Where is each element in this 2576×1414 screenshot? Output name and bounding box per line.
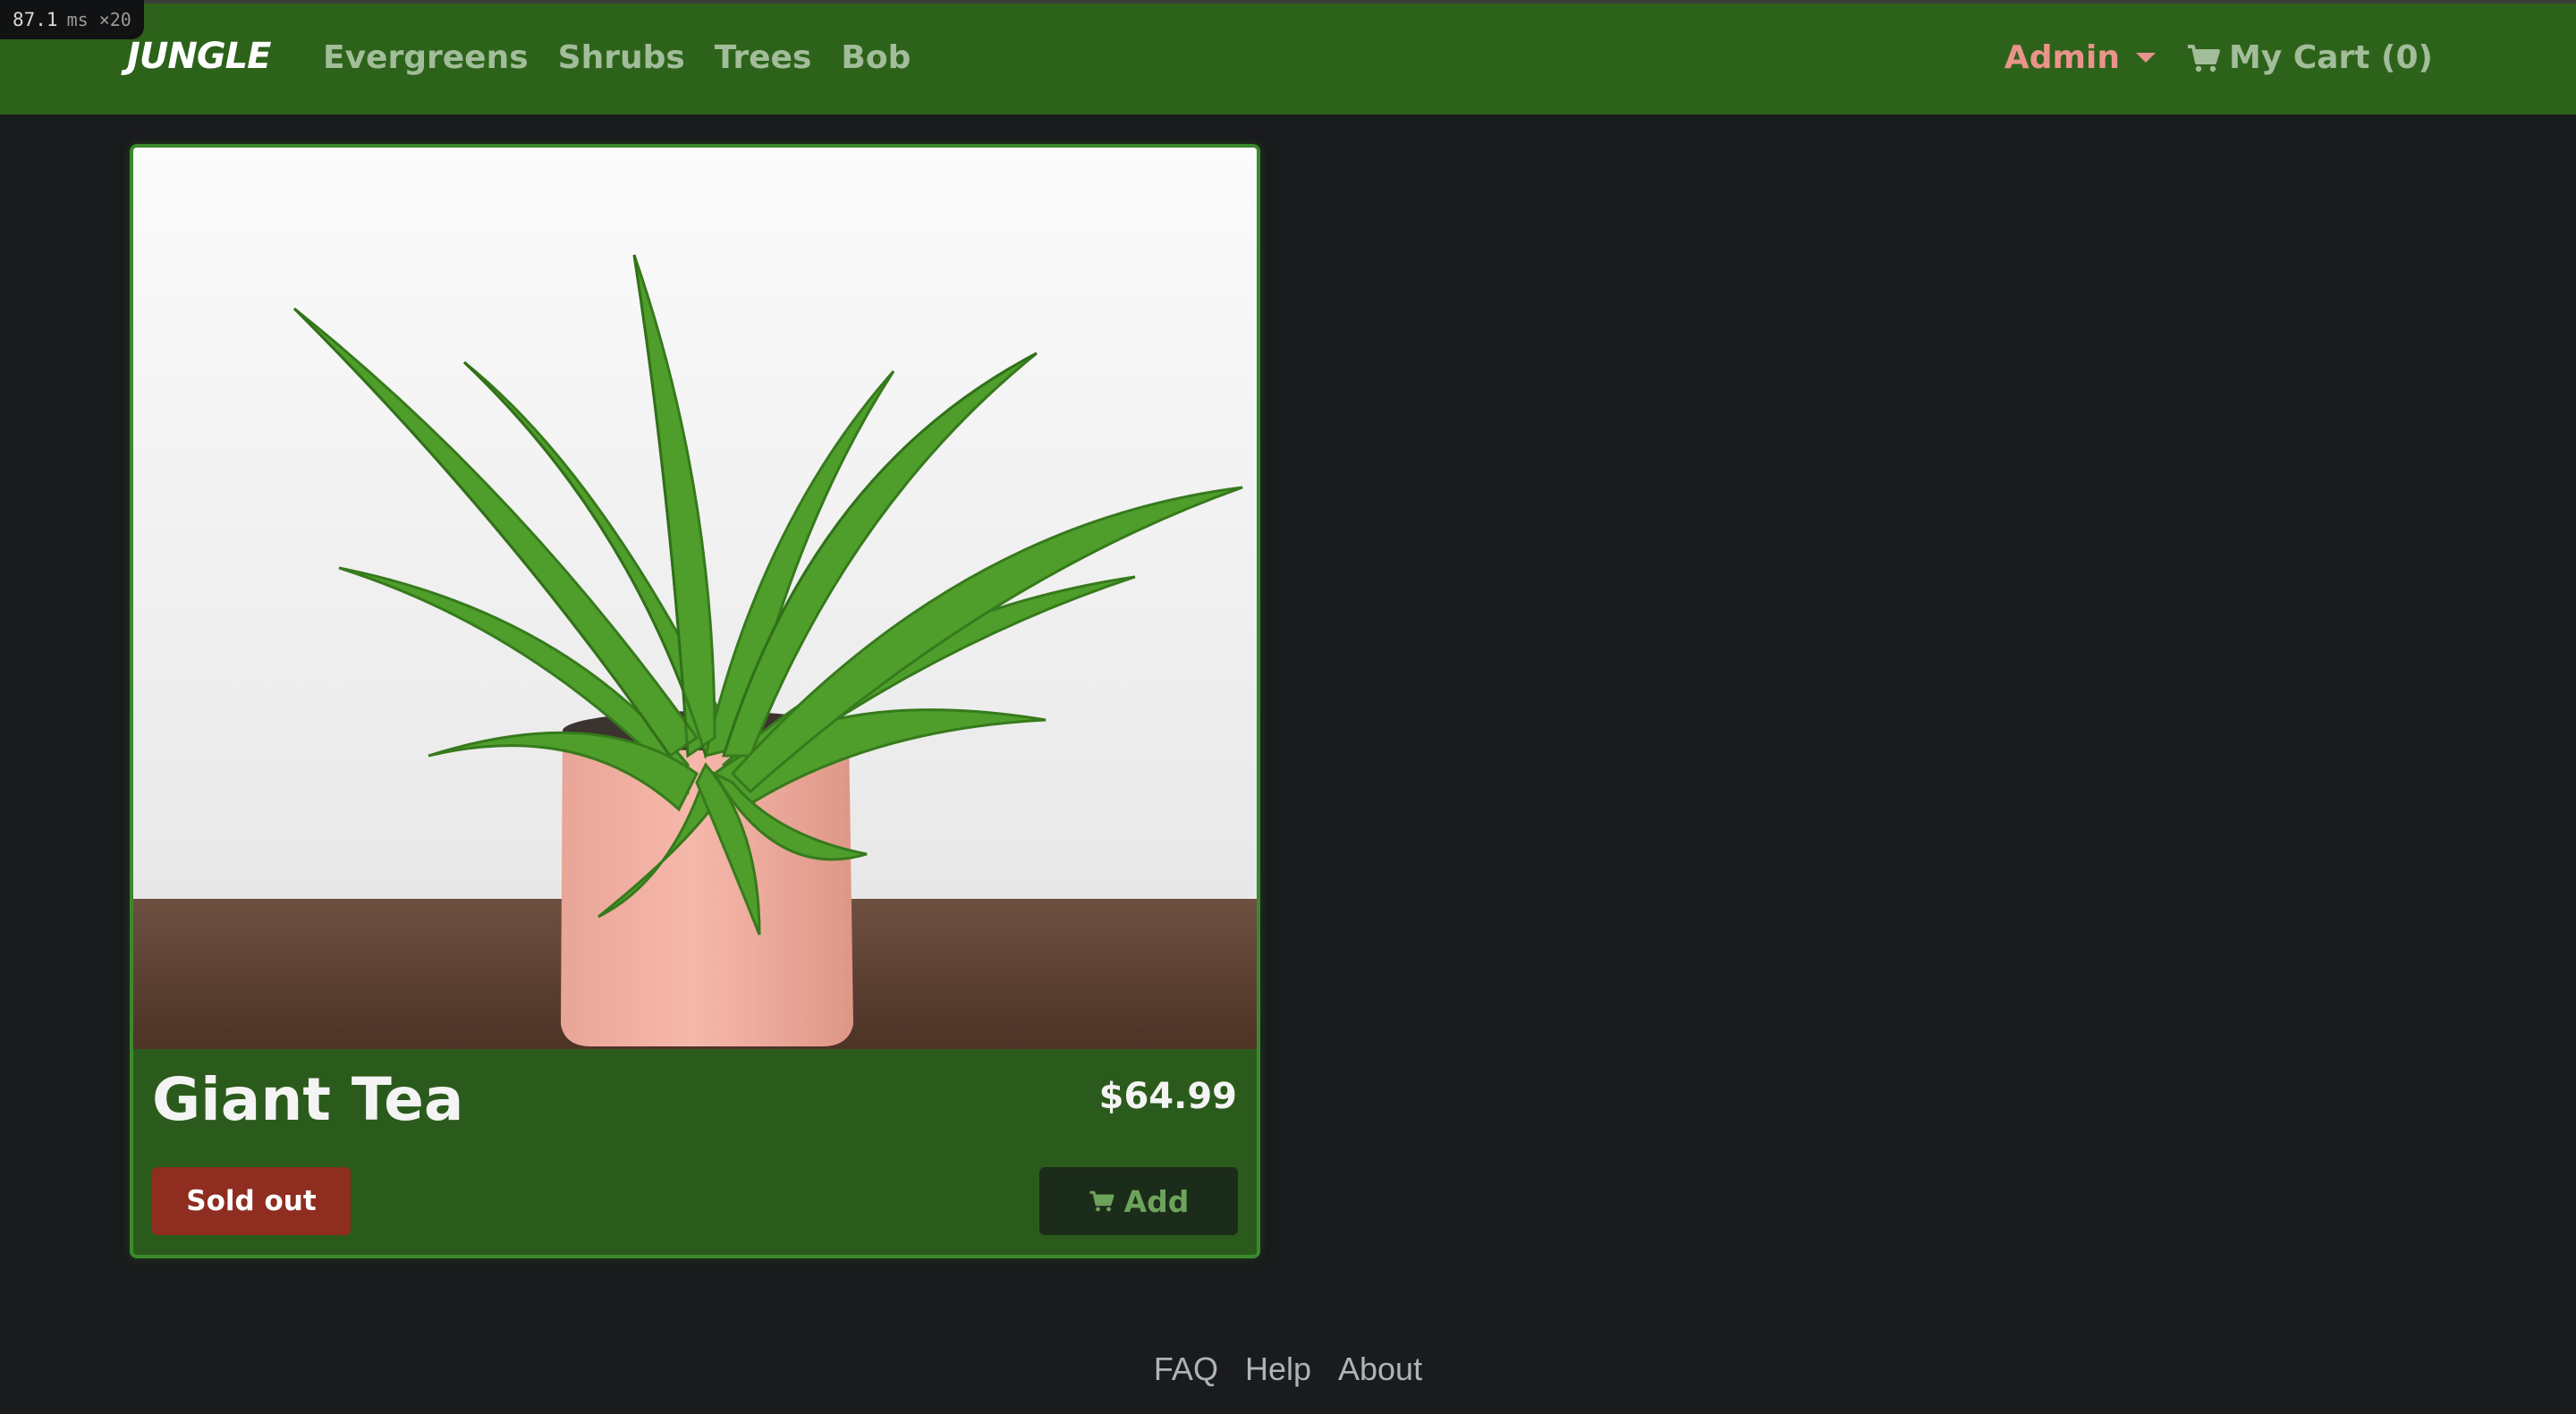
product-card-body: Giant Tea $64.99 Sold out Add [133, 1049, 1257, 1255]
cart-label: My Cart (0) [2229, 39, 2433, 76]
cart-link[interactable]: My Cart (0) [2186, 39, 2433, 76]
product-price: $64.99 [1098, 1076, 1237, 1117]
add-button-label: Add [1123, 1183, 1190, 1219]
cart-icon [1089, 1190, 1114, 1212]
nav-links: Evergreens Shrubs Trees Bob [323, 39, 911, 76]
product-card: Giant Tea $64.99 Sold out Add [130, 144, 1260, 1258]
plant-photo [133, 148, 1257, 1049]
admin-label: Admin [2004, 39, 2120, 76]
cart-icon [2188, 44, 2220, 72]
perf-value: 87.1 [13, 9, 58, 30]
chevron-down-icon [2136, 53, 2156, 63]
brand-logo[interactable]: JUNGLE [127, 36, 271, 77]
product-image [133, 148, 1257, 1049]
admin-dropdown[interactable]: Admin [2004, 39, 2156, 76]
product-name: Giant Tea [152, 1065, 464, 1134]
nav-right: Admin My Cart (0) [2004, 39, 2433, 76]
footer-link-about[interactable]: About [1338, 1350, 1422, 1388]
footer: FAQ Help About [0, 1350, 2576, 1388]
perf-unit: ms ×20 [66, 9, 131, 30]
navbar: JUNGLE Evergreens Shrubs Trees Bob Admin… [0, 0, 2576, 114]
perf-badge: 87.1 ms ×20 [0, 0, 144, 39]
footer-link-help[interactable]: Help [1245, 1350, 1311, 1388]
footer-link-faq[interactable]: FAQ [1154, 1350, 1218, 1388]
sold-out-badge: Sold out [152, 1167, 351, 1235]
nav-link-evergreens[interactable]: Evergreens [323, 39, 529, 76]
nav-link-shrubs[interactable]: Shrubs [558, 39, 685, 76]
nav-link-trees[interactable]: Trees [715, 39, 812, 76]
nav-link-bob[interactable]: Bob [841, 39, 911, 76]
add-to-cart-button[interactable]: Add [1039, 1167, 1238, 1235]
